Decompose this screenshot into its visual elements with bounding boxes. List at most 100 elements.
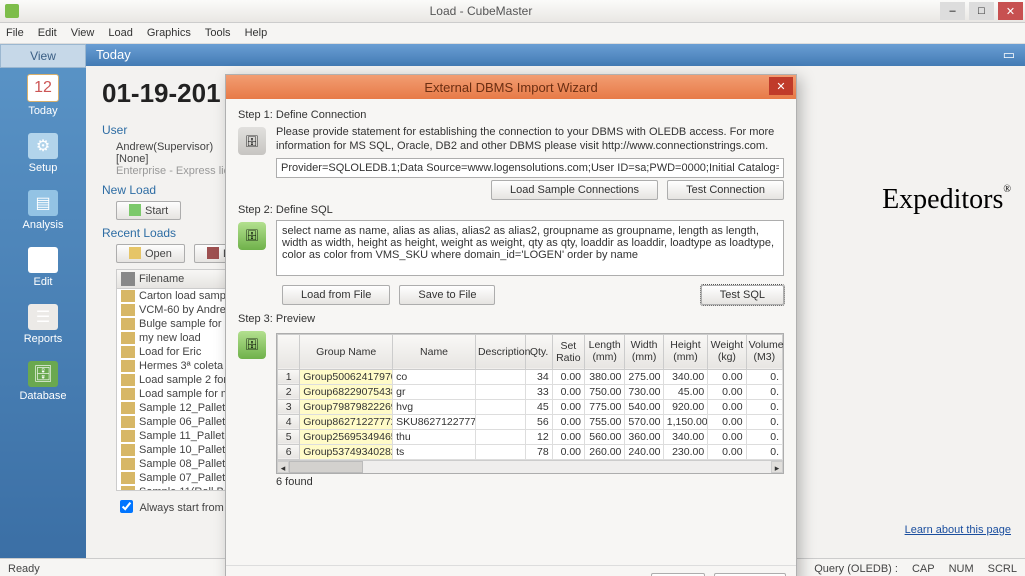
menubar: File Edit View Load Graphics Tools Help (0, 23, 1025, 44)
column-header[interactable]: Name (393, 334, 476, 369)
table-row[interactable]: 2Group682290754388gr330.00750.00730.0045… (278, 384, 783, 399)
app-icon (5, 4, 19, 18)
start-button[interactable]: Start (116, 201, 181, 220)
sql-textarea[interactable] (276, 220, 784, 276)
active-tab[interactable]: Today (96, 47, 131, 63)
column-header[interactable]: Qty. (526, 334, 552, 369)
scroll-left-icon[interactable]: ◂ (277, 461, 289, 473)
menu-file[interactable]: File (6, 27, 24, 39)
play-icon (129, 204, 141, 216)
save-to-file-button[interactable]: Save to File (399, 285, 495, 305)
dialog-titlebar[interactable]: External DBMS Import Wizard ✕ (226, 75, 796, 99)
learn-link-main[interactable]: Learn about this page (905, 524, 1011, 536)
step2-label: Step 2: Define SQL (238, 204, 784, 216)
connection-string-input[interactable] (276, 158, 784, 178)
folder-icon (121, 290, 135, 302)
dialog-title: External DBMS Import Wizard (424, 80, 597, 95)
minimize-button[interactable]: – (940, 2, 965, 20)
nav-item-analysis[interactable]: ▤Analysis (0, 184, 86, 241)
folder-icon (121, 388, 135, 400)
connection-icon: 🗄 (238, 127, 266, 155)
report-icon: ☰ (28, 304, 58, 330)
table-row[interactable]: 1Group500624179700co340.00380.00275.0034… (278, 369, 783, 384)
folder-icon (121, 304, 135, 316)
status-query: Query (OLEDB) : (814, 563, 898, 575)
maximize-button[interactable]: □ (969, 2, 994, 20)
content-tab-header: Today ▭ (86, 44, 1025, 66)
load-from-file-button[interactable]: Load from File (282, 285, 390, 305)
scroll-right-icon[interactable]: ▸ (771, 461, 783, 473)
folder-icon (121, 402, 135, 414)
status-scrl: SCRL (988, 563, 1017, 575)
column-header[interactable]: Width(mm) (625, 334, 663, 369)
folder-icon (121, 444, 135, 456)
folder-icon (129, 247, 141, 259)
pencil-icon: ✎ (28, 247, 58, 273)
folder-icon (121, 486, 135, 491)
status-num: NUM (949, 563, 974, 575)
expeditors-logo: Expeditors® (882, 184, 1011, 216)
column-header[interactable]: Volume(M3) (746, 334, 782, 369)
nav-item-edit[interactable]: ✎Edit (0, 241, 86, 298)
menu-graphics[interactable]: Graphics (147, 27, 191, 39)
folder-icon (121, 430, 135, 442)
folder-icon (121, 472, 135, 484)
menu-help[interactable]: Help (245, 27, 268, 39)
dialog-close-button[interactable]: ✕ (769, 77, 793, 95)
column-header[interactable]: Description (475, 334, 526, 369)
open-button[interactable]: Open (116, 244, 185, 263)
folder-icon (121, 360, 135, 372)
status-ready: Ready (8, 563, 40, 575)
load-sample-connections-button[interactable]: Load Sample Connections (491, 180, 658, 200)
always-start-checkbox[interactable] (120, 500, 133, 513)
folder-icon (121, 458, 135, 470)
column-icon (121, 272, 135, 286)
column-header[interactable]: Length(mm) (585, 334, 625, 369)
found-count: 6 found (276, 476, 784, 488)
table-row[interactable]: 6Group53749340282ts780.00260.00240.00230… (278, 444, 783, 459)
expand-icon[interactable]: ▭ (1003, 47, 1015, 63)
main-window-titlebar: Load - CubeMaster – □ ✕ (0, 0, 1025, 23)
folder-icon (121, 416, 135, 428)
step3-label: Step 3: Preview (238, 313, 784, 325)
gear-icon: ⚙ (28, 133, 58, 159)
vertical-nav: View 12Today ⚙Setup ▤Analysis ✎Edit ☰Rep… (0, 44, 86, 558)
delete-icon (207, 247, 219, 259)
folder-icon (121, 346, 135, 358)
menu-edit[interactable]: Edit (38, 27, 57, 39)
nav-item-today[interactable]: 12Today (0, 68, 86, 127)
folder-icon (121, 332, 135, 344)
nav-item-reports[interactable]: ☰Reports (0, 298, 86, 355)
nav-item-setup[interactable]: ⚙Setup (0, 127, 86, 184)
step1-text: Please provide statement for establishin… (276, 125, 784, 154)
table-row[interactable]: 5Group256953494652thu120.00560.00360.003… (278, 429, 783, 444)
step1-label: Step 1: Define Connection (238, 109, 784, 121)
menu-load[interactable]: Load (108, 27, 132, 39)
column-header[interactable]: Weight(kg) (708, 334, 746, 369)
column-header[interactable]: Height(mm) (663, 334, 707, 369)
folder-icon (121, 374, 135, 386)
grid-horizontal-scrollbar[interactable]: ◂ ▸ (277, 460, 783, 473)
table-row[interactable]: 3Group798798222692hvg450.00775.00540.009… (278, 399, 783, 414)
status-cap: CAP (912, 563, 935, 575)
database-icon: 🗄 (28, 361, 58, 387)
test-sql-button[interactable]: Test SQL (701, 285, 784, 305)
scroll-thumb[interactable] (289, 461, 363, 473)
sql-icon: 🗄 (238, 222, 266, 250)
menu-view[interactable]: View (71, 27, 95, 39)
menu-tools[interactable]: Tools (205, 27, 231, 39)
window-title: Load - CubeMaster (24, 4, 938, 18)
folder-icon (121, 318, 135, 330)
nav-item-database[interactable]: 🗄Database (0, 355, 86, 412)
import-wizard-dialog: External DBMS Import Wizard ✕ Step 1: De… (225, 74, 797, 576)
test-connection-button[interactable]: Test Connection (667, 180, 784, 200)
column-header[interactable]: Group Name (300, 334, 393, 369)
table-row[interactable]: 4Group862712277720SKU862712277720560.007… (278, 414, 783, 429)
column-header[interactable]: Set Ratio (552, 334, 584, 369)
nav-header: View (0, 44, 86, 68)
preview-grid[interactable]: Group NameNameDescriptionQty.Set RatioLe… (276, 333, 784, 474)
preview-icon: 🗄 (238, 331, 266, 359)
column-header[interactable] (278, 334, 300, 369)
chart-icon: ▤ (28, 190, 58, 216)
close-button[interactable]: ✕ (998, 2, 1023, 20)
